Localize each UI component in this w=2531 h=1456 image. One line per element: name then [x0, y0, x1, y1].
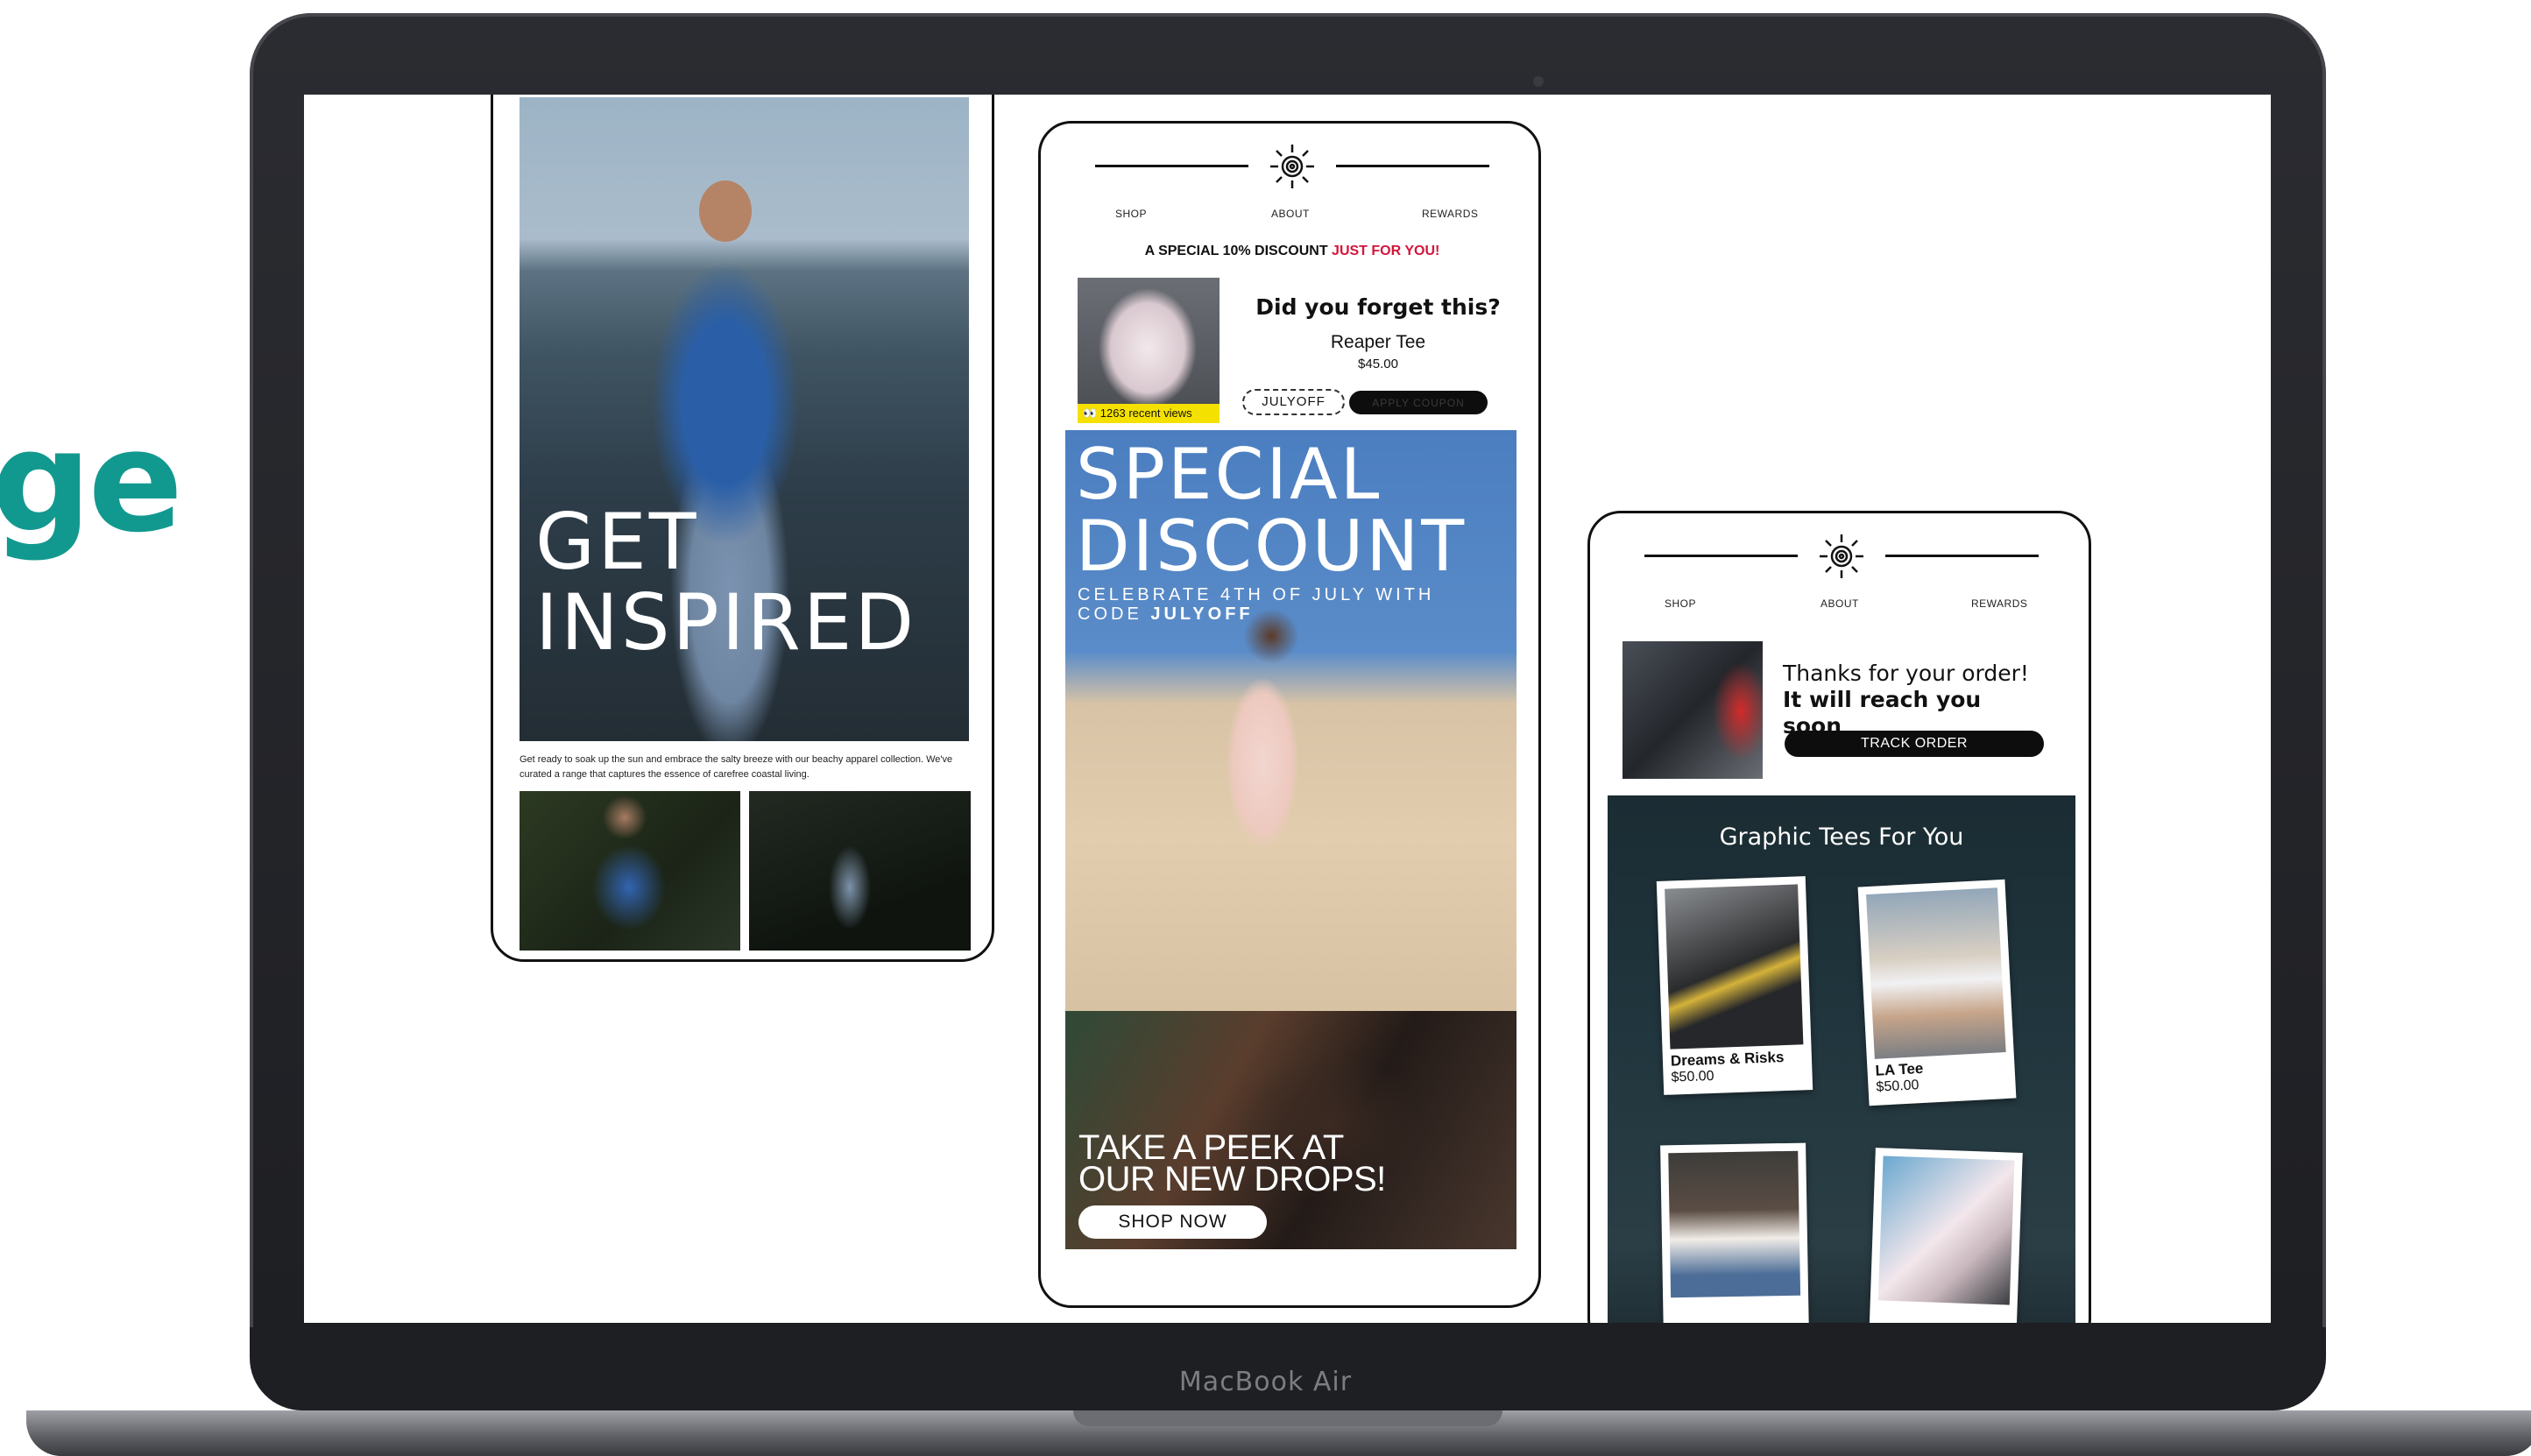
subline-2-prefix: CODE	[1078, 604, 1151, 624]
header-rule-right	[1336, 165, 1489, 167]
product-image	[1877, 1156, 2015, 1305]
product-card-reaper[interactable]	[1869, 1148, 2023, 1323]
product-card-la-tee[interactable]: LA Tee $50.00	[1857, 879, 2017, 1106]
nav-rewards[interactable]: REWARDS	[1971, 597, 2027, 610]
coupon-code[interactable]: JULYOFF	[1242, 389, 1345, 415]
promo-bar: A SPECIAL 10% DISCOUNT JUST FOR YOU!	[1041, 244, 1538, 259]
nav-shop[interactable]: SHOP	[1115, 208, 1147, 220]
drops-title-line-2: OUR NEW DROPS!	[1078, 1160, 1386, 1198]
inspired-body-copy: Get ready to soak up the sun and embrace…	[520, 754, 953, 780]
header-rule-right	[1885, 555, 2039, 557]
product-card-choose-love[interactable]	[1660, 1142, 1809, 1323]
order-thanks-text: Thanks for your order! It will reach you…	[1783, 661, 2046, 739]
product-card-price: $50.00	[1671, 1069, 1714, 1085]
recent-views-badge: 👀 1263 recent views	[1078, 404, 1220, 423]
headline-line-1: GET	[535, 497, 699, 587]
laptop-screen: GET INSPIRED Get ready to soak up the su…	[304, 95, 2271, 1323]
email-card-inspired: GET INSPIRED Get ready to soak up the su…	[491, 95, 994, 962]
discount-headline-line-2: DISCOUNT	[1076, 505, 1467, 587]
discount-headline-line-1: SPECIAL	[1076, 434, 1382, 515]
subline-1: CELEBRATE 4TH OF JULY WITH	[1078, 585, 1435, 604]
apply-coupon-button[interactable]: APPLY COUPON	[1349, 391, 1488, 414]
nav-rewards[interactable]: REWARDS	[1422, 208, 1478, 220]
laptop-brand-label: MacBook Air	[1178, 1367, 1353, 1397]
sun-logo-icon[interactable]	[1269, 143, 1316, 190]
camera-dot	[1533, 76, 1544, 87]
thumbnail-photo-2[interactable]	[749, 791, 971, 951]
product-image	[1668, 1150, 1801, 1297]
hero-beach-photo: GET INSPIRED	[520, 97, 969, 741]
header-rule-left	[1095, 165, 1248, 167]
promo-accent: JUST FOR YOU!	[1332, 244, 1440, 258]
product-price: $45.00	[1358, 357, 1398, 371]
thanks-line-1: Thanks for your order!	[1783, 661, 2029, 686]
special-discount-hero: SPECIAL DISCOUNT CELEBRATE 4TH OF JULY W…	[1065, 430, 1516, 1013]
side-heading: ge	[0, 399, 183, 563]
thumbnail-photo-1[interactable]	[520, 791, 740, 951]
nav-about[interactable]: ABOUT	[1271, 208, 1310, 220]
product-name: Reaper Tee	[1330, 332, 1426, 352]
product-image	[1665, 884, 1804, 1050]
reaper-tee-photo[interactable]	[1078, 278, 1220, 420]
discount-subline: CELEBRATE 4TH OF JULY WITH CODE JULYOFF	[1078, 585, 1434, 624]
sun-logo-icon[interactable]	[1818, 533, 1865, 580]
email-card-order: SHOP ABOUT REWARDS Thanks for your order…	[1587, 511, 2091, 1323]
nav-about[interactable]: ABOUT	[1820, 597, 1859, 610]
shop-now-button[interactable]: SHOP NOW	[1078, 1205, 1267, 1239]
product-card-dreams-risks[interactable]: Dreams & Risks $50.00	[1656, 876, 1813, 1095]
graphic-tees-title: Graphic Tees For You	[1719, 823, 1964, 851]
promo-text: A SPECIAL 10% DISCOUNT	[1144, 244, 1333, 258]
nav-shop[interactable]: SHOP	[1665, 597, 1696, 610]
forget-title: Did you forget this?	[1255, 294, 1501, 320]
model-head-shape	[699, 180, 752, 242]
order-product-photo	[1623, 641, 1763, 779]
headline-line-2: INSPIRED	[535, 577, 917, 668]
laptop-notch	[1073, 1410, 1502, 1426]
new-drops-title: TAKE A PEEK AT OUR NEW DROPS!	[1078, 1128, 1386, 1198]
new-drops-banner: TAKE A PEEK AT OUR NEW DROPS! SHOP NOW	[1065, 1011, 1516, 1249]
discount-headline: SPECIAL DISCOUNT	[1076, 439, 1467, 583]
subline-code: JULYOFF	[1150, 604, 1254, 624]
drops-title-line-1: TAKE A PEEK AT	[1078, 1128, 1344, 1167]
graphic-tees-panel: Graphic Tees For You Dreams & Risks $50.…	[1608, 795, 2075, 1323]
track-order-button[interactable]: TRACK ORDER	[1785, 731, 2044, 757]
inspired-headline: GET INSPIRED	[535, 502, 916, 663]
product-image	[1866, 887, 2006, 1059]
header-rule-left	[1644, 555, 1798, 557]
email-card-discount: SHOP ABOUT REWARDS A SPECIAL 10% DISCOUN…	[1038, 121, 1541, 1308]
